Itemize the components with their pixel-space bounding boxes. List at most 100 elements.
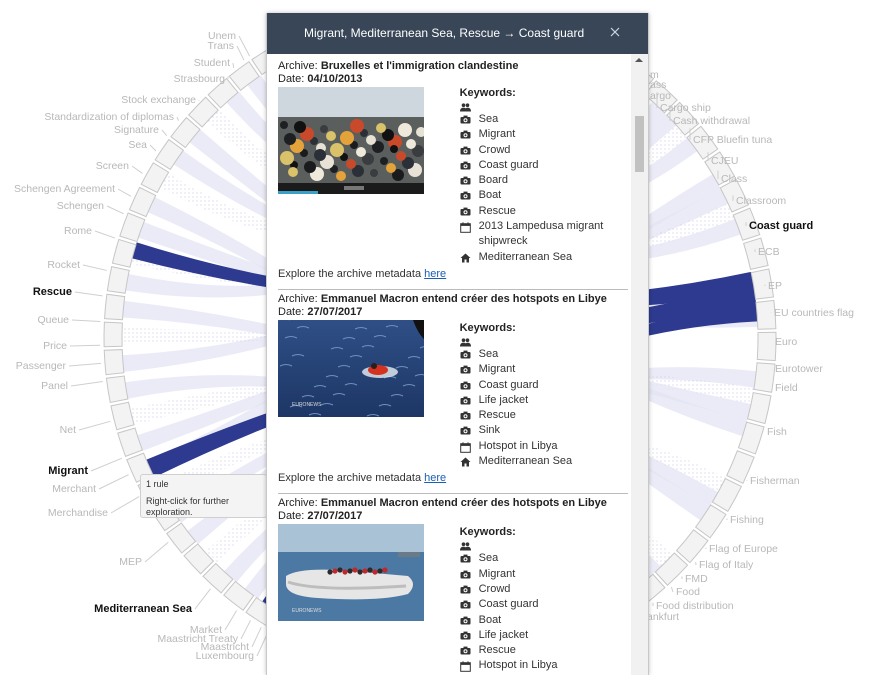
chord-label[interactable]: Rome <box>64 225 92 237</box>
keyword-text: Rescue <box>478 409 516 422</box>
keyword-text: Coast guard <box>478 598 539 611</box>
chord-label[interactable]: Passenger <box>16 360 66 372</box>
chord-label[interactable]: Field <box>775 382 798 394</box>
chord-label[interactable]: Flag of Italy <box>699 559 753 571</box>
keyword-item: Mediterranean Sea <box>460 250 628 265</box>
chord-label[interactable]: Fisherman <box>750 475 800 487</box>
ring-segment[interactable] <box>755 299 777 330</box>
video-thumbnail[interactable]: EURONEWS <box>278 524 424 622</box>
keyword-item: Crowd <box>460 582 628 597</box>
chord-label[interactable]: Rescue <box>33 286 72 298</box>
explore-text: Explore the archive metadata <box>278 267 425 280</box>
chord-label[interactable]: Signature <box>114 124 159 136</box>
ring-segment[interactable] <box>117 427 144 458</box>
rule-detail-panel[interactable]: Migrant, Mediterranean Sea, Rescue → Coa… <box>266 13 649 675</box>
chord-label[interactable]: Schengen <box>57 200 104 212</box>
panel-body[interactable]: Archive: Bruxelles et l'immigration clan… <box>267 54 648 675</box>
chord-label[interactable]: Luxembourg <box>196 650 254 662</box>
camera-icon <box>460 362 479 377</box>
chord-label[interactable]: Strasbourg <box>174 73 225 85</box>
chord-label[interactable]: Euro <box>775 336 797 348</box>
leader-line <box>131 165 143 174</box>
entry-body: EURONEWS Keywords: Sea Migrant Coast guard Li… <box>278 319 628 469</box>
camera-icon <box>460 567 479 582</box>
keyword-item: Coast guard <box>460 597 628 612</box>
explore-metadata-link[interactable]: here <box>424 472 446 484</box>
ring-segment[interactable] <box>103 349 125 376</box>
chord-label[interactable]: CJEU <box>711 155 738 167</box>
chord-label[interactable]: Merchandise <box>48 507 108 519</box>
chord-label[interactable]: Food <box>676 586 700 598</box>
leader-line <box>68 362 101 367</box>
chord-label[interactable]: ankfurt <box>647 611 679 623</box>
chord-label[interactable]: Panel <box>41 380 68 392</box>
chord-label[interactable]: Classroom <box>736 195 786 207</box>
chord-label[interactable]: Rocket <box>47 259 80 271</box>
video-thumbnail[interactable] <box>278 87 424 194</box>
chord-label[interactable]: Standardization of diplomas <box>44 111 174 123</box>
svg-text:EURONEWS: EURONEWS <box>292 608 322 614</box>
keyword-item: Migrant <box>460 362 628 377</box>
explore-metadata-link[interactable]: here <box>424 268 446 280</box>
ring-segment[interactable] <box>110 401 135 431</box>
ring-segment[interactable] <box>106 265 130 294</box>
keyword-item: Rescue <box>460 408 628 423</box>
scrollbar-thumb[interactable] <box>635 116 644 172</box>
chord-label[interactable]: FMD <box>685 573 708 585</box>
chord-label[interactable]: Class <box>721 173 747 185</box>
camera-icon <box>460 643 479 658</box>
chord-label[interactable]: Cash withdrawal <box>673 115 750 127</box>
entry-body: Keywords: Sea Migrant Crowd Coast guard Board… <box>278 86 628 265</box>
ring-segment[interactable] <box>166 522 197 554</box>
svg-text:EURONEWS: EURONEWS <box>292 402 322 408</box>
chord-label[interactable]: Merchant <box>52 483 96 495</box>
ring-segment[interactable] <box>753 362 776 393</box>
chord-label[interactable]: CFP Bluefin tuna <box>693 134 772 146</box>
chord-label[interactable]: EU countries flag <box>774 307 854 319</box>
scrollbar[interactable] <box>631 54 648 675</box>
keyword-text: Board <box>478 174 508 187</box>
chord-label[interactable]: Screen <box>96 160 129 172</box>
ring-segment[interactable] <box>105 375 129 404</box>
chord-label[interactable]: Stock exchange <box>121 94 196 106</box>
ring-segment[interactable] <box>103 321 123 348</box>
leader-line <box>82 264 107 271</box>
chord-label[interactable]: Fishing <box>730 514 764 526</box>
chord-label[interactable]: MEP <box>119 556 142 568</box>
ring-segment[interactable] <box>756 331 777 362</box>
scroll-up-arrow-icon[interactable] <box>635 58 643 62</box>
chord-label[interactable]: Price <box>43 340 67 352</box>
leader-line <box>236 45 245 61</box>
leader-line <box>161 129 168 137</box>
close-icon[interactable] <box>608 25 622 39</box>
archive-title: Bruxelles et l'immigration clandestine <box>320 60 519 72</box>
date-label: Date: <box>278 305 305 318</box>
video-thumbnail[interactable]: EURONEWS <box>278 319 424 417</box>
chord-label[interactable]: Eurotower <box>775 363 823 375</box>
chord-label[interactable]: Flag of Europe <box>709 543 778 555</box>
keywords-list: Keywords: Sea Migrant Crowd Coast guard Boat L… <box>459 523 628 673</box>
keyword-item: Boat <box>460 613 628 628</box>
chord-label[interactable]: Sea <box>128 139 147 151</box>
chord-label[interactable]: ECB <box>758 246 780 258</box>
chord-label[interactable]: Fish <box>767 426 787 438</box>
chord-label[interactable]: Schengen Agreement <box>14 183 115 195</box>
camera-icon <box>460 143 479 158</box>
chord-label[interactable]: Mediterranean Sea <box>94 603 192 615</box>
explore-metadata: Explore the archive metadata here <box>278 268 628 281</box>
chord-label[interactable]: Student <box>194 57 230 69</box>
chord-label[interactable]: Trans <box>208 40 234 52</box>
chord-label[interactable]: Migrant <box>48 465 88 477</box>
ring-segment[interactable] <box>104 293 126 321</box>
chord-label[interactable]: argo <box>650 90 671 102</box>
camera-icon <box>460 628 479 643</box>
chord-label[interactable]: Coast guard <box>749 220 813 232</box>
chord-label[interactable]: Cargo ship <box>660 102 711 114</box>
people-icon <box>459 335 479 347</box>
camera-icon <box>460 173 479 188</box>
panel-header: Migrant, Mediterranean Sea, Rescue → Coa… <box>267 13 648 54</box>
chord-label[interactable]: EP <box>768 280 782 292</box>
ring-segment[interactable] <box>675 529 709 564</box>
chord-label[interactable]: Net <box>60 424 76 436</box>
chord-label[interactable]: Queue <box>37 314 69 326</box>
